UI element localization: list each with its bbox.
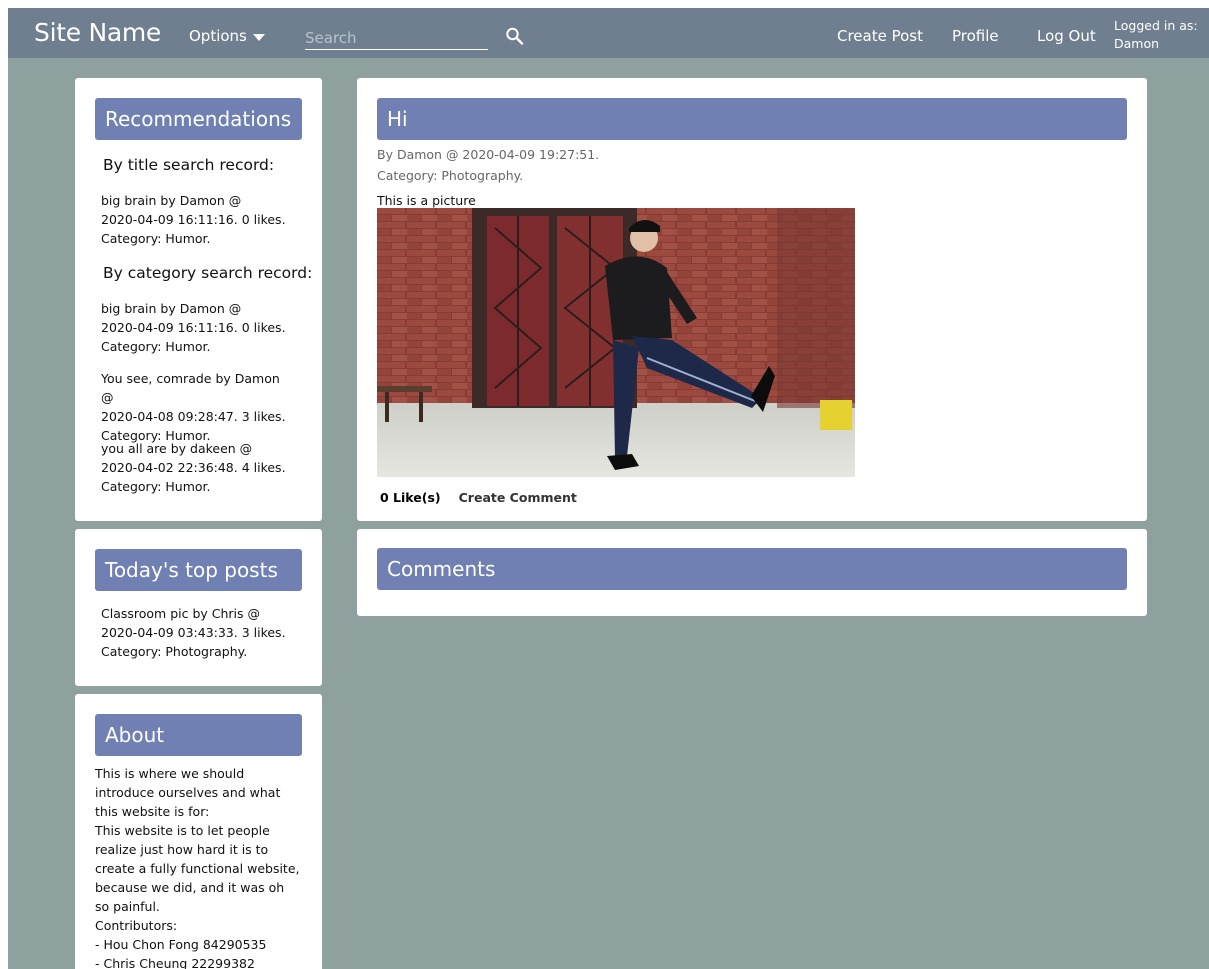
profile-link[interactable]: Profile <box>952 27 999 45</box>
list-item[interactable]: big brain by Damon @ 2020-04-09 16:11:16… <box>101 299 291 356</box>
logged-in-label: Logged in as: <box>1114 18 1198 33</box>
post-title: Hi <box>377 98 1127 140</box>
options-label: Options <box>189 27 247 45</box>
recommendations-card: Recommendations By title search record: … <box>75 78 322 521</box>
create-post-link[interactable]: Create Post <box>837 27 923 45</box>
list-item[interactable]: Classroom pic by Chris @ 2020-04-09 03:4… <box>101 604 291 661</box>
about-text: This is where we should introduce oursel… <box>95 766 300 969</box>
search-input[interactable] <box>305 26 488 50</box>
comments-card: Comments <box>357 529 1147 616</box>
logged-in-status: Logged in as: Damon <box>1114 17 1198 53</box>
about-card: About This is where we should introduce … <box>75 694 322 969</box>
search-icon[interactable] <box>505 26 525 48</box>
about-header: About <box>95 714 302 756</box>
post-image <box>377 208 855 477</box>
comments-header: Comments <box>377 548 1127 590</box>
list-item[interactable]: You see, comrade by Damon @ 2020-04-08 0… <box>101 369 291 445</box>
list-item[interactable]: you all are by dakeen @ 2020-04-02 22:36… <box>101 439 291 496</box>
recommendations-header: Recommendations <box>95 98 302 140</box>
by-title-label: By title search record: <box>103 156 275 174</box>
top-posts-card: Today's top posts Classroom pic by Chris… <box>75 529 322 686</box>
logout-link[interactable]: Log Out <box>1037 27 1096 45</box>
by-category-label: By category search record: <box>103 264 313 282</box>
post-category: Category: Photography. <box>377 168 524 183</box>
post-card: Hi By Damon @ 2020-04-09 19:27:51. Categ… <box>357 78 1147 521</box>
username: Damon <box>1114 36 1160 51</box>
post-byline: By Damon @ 2020-04-09 19:27:51. <box>377 147 600 162</box>
caret-down-icon <box>252 33 265 41</box>
site-brand[interactable]: Site Name <box>34 18 161 47</box>
options-dropdown[interactable]: Options <box>189 27 265 45</box>
page-background: Site Name Options Create Post Profile Lo… <box>8 8 1209 969</box>
post-body: This is a picture <box>377 193 476 208</box>
navbar: Site Name Options Create Post Profile Lo… <box>8 8 1209 58</box>
create-comment-link[interactable]: Create Comment <box>459 490 577 505</box>
post-actions: 0 Like(s) Create Comment <box>380 490 577 505</box>
top-posts-header: Today's top posts <box>95 549 302 591</box>
likes-count[interactable]: 0 Like(s) <box>380 490 441 505</box>
list-item[interactable]: big brain by Damon @ 2020-04-09 16:11:16… <box>101 191 291 248</box>
post-photo-icon <box>377 208 855 477</box>
